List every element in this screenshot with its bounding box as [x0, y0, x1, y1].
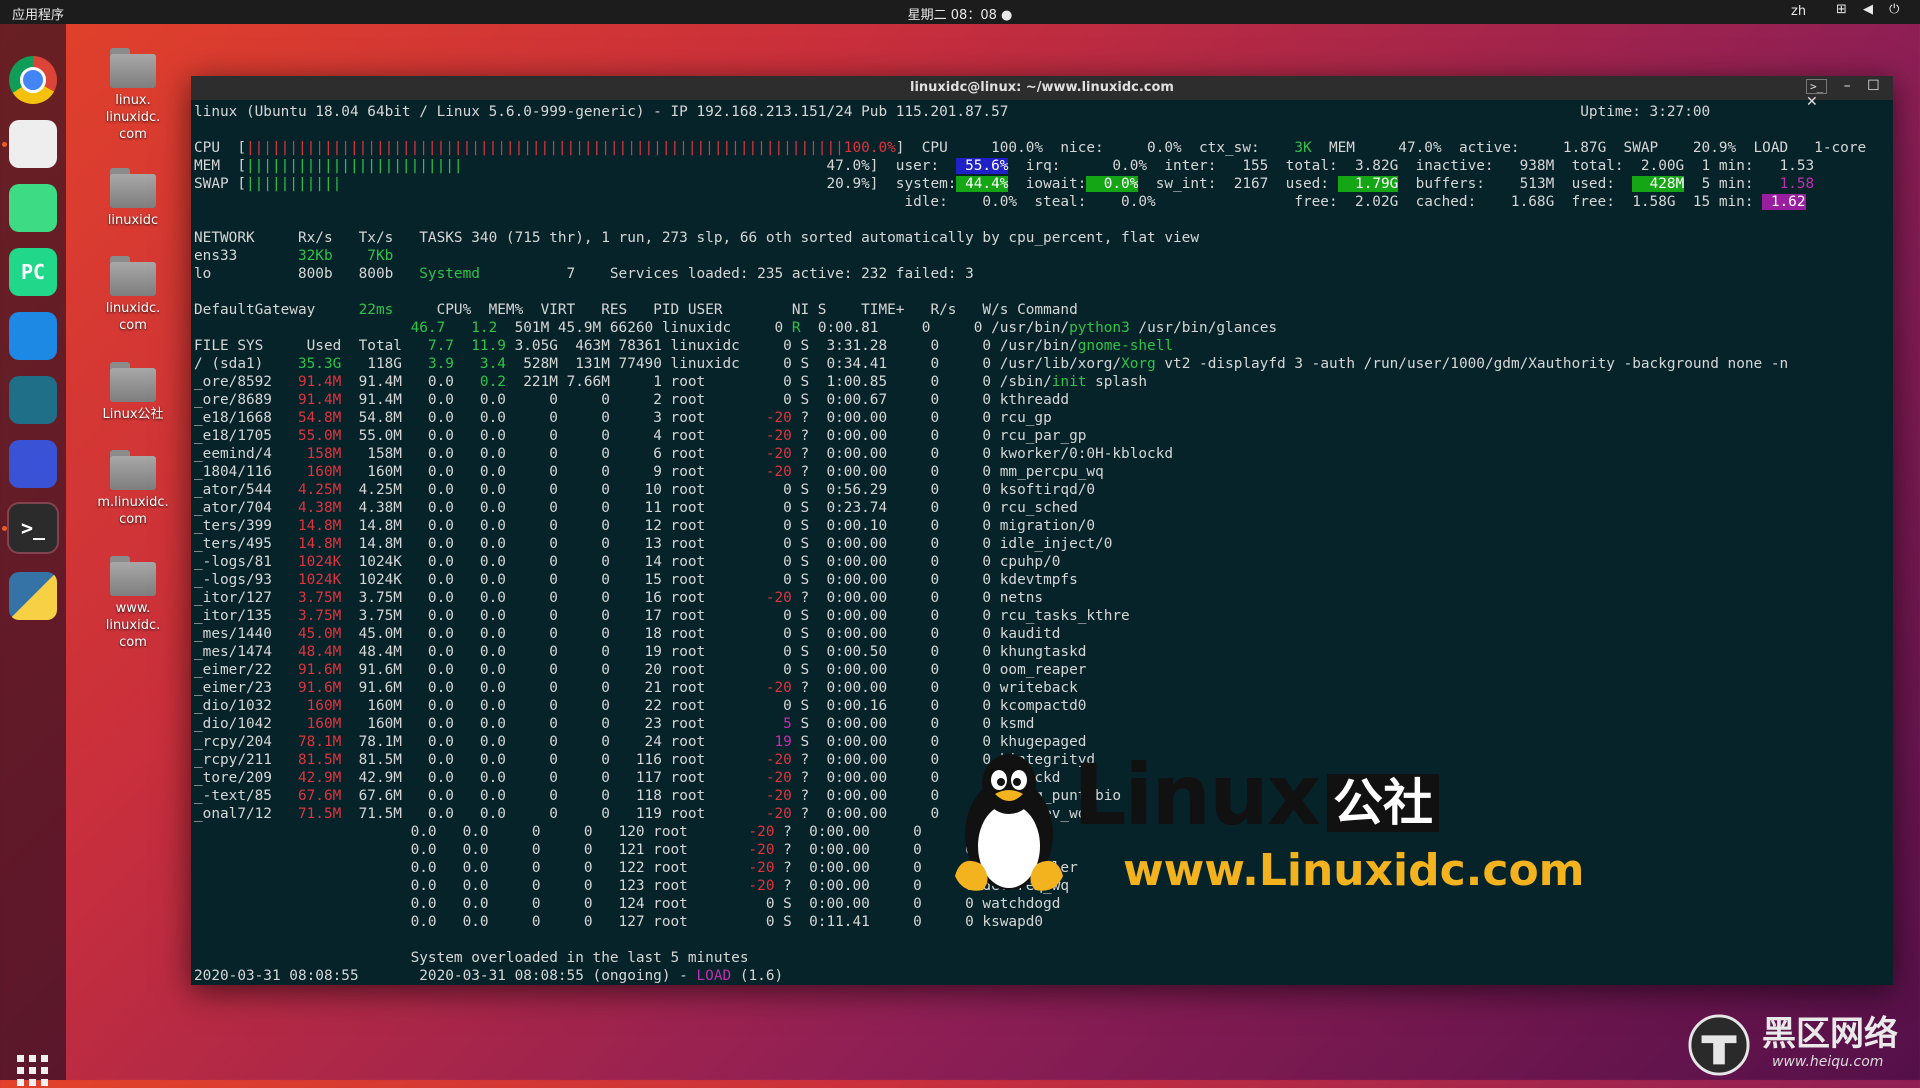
watermark-url: www.Linuxidc.com	[1123, 845, 1585, 896]
terminal-line: _mes/1440 45.0M 45.0M 0.0 0.0 0 0 18 roo…	[194, 626, 1061, 642]
chrome-icon[interactable]	[9, 56, 57, 104]
maximize-button[interactable]: ☐	[1867, 78, 1880, 94]
clock[interactable]: 星期二 08：08 ●	[0, 4, 1920, 23]
terminal-line: CPU [|||||||||||||||||||||||||||||||||||…	[194, 140, 1867, 156]
android-studio-icon[interactable]	[9, 184, 57, 232]
folder-icon	[110, 556, 156, 596]
terminal-line: _itor/135 3.75M 3.75M 0.0 0.0 0 0 17 roo…	[194, 608, 1130, 624]
terminal-line: _-logs/81 1024K 1024K 0.0 0.0 0 0 14 roo…	[194, 554, 1061, 570]
system-monitor-icon[interactable]	[9, 312, 57, 360]
terminal-line: _eemind/4 158M 158M 0.0 0.0 0 0 6 root -…	[194, 446, 1174, 462]
desktop-icon-label: linuxidc. com	[105, 301, 161, 333]
terminal-line: _eimer/22 91.6M 91.6M 0.0 0.0 0 0 20 roo…	[194, 662, 1087, 678]
python-icon[interactable]	[9, 572, 57, 620]
terminal-line: _ator/704 4.38M 4.38M 0.0 0.0 0 0 11 roo…	[194, 500, 1078, 516]
terminal-line: _ore/8689 91.4M 91.4M 0.0 0.0 0 0 2 root…	[194, 392, 1070, 408]
terminal-line: _dio/1032 160M 160M 0.0 0.0 0 0 22 root …	[194, 698, 1087, 714]
dock: PC >_	[0, 24, 66, 1086]
minimize-button[interactable]: –	[1844, 78, 1851, 94]
desktop-folder-icon[interactable]: Linux公社	[83, 362, 183, 423]
terminal-line: _ator/544 4.25M 4.25M 0.0 0.0 0 0 10 roo…	[194, 482, 1096, 498]
folder-icon	[110, 450, 156, 490]
running-indicator	[2, 142, 7, 147]
terminal-line: ens33 32Kb 7Kb	[194, 248, 394, 264]
sublime-icon[interactable]	[9, 376, 57, 424]
desktop-folder-icon[interactable]: www. linuxidc. com	[83, 556, 183, 651]
input-method-indicator[interactable]: zh	[1791, 4, 1806, 19]
system-tray[interactable]: ⊞ ◀ ⏻	[1836, 2, 1905, 17]
watermark-brand-cn: 公社	[1327, 774, 1439, 832]
heiqu-name: 黑区网络	[1762, 1014, 1898, 1054]
terminal-line: _mes/1474 48.4M 48.4M 0.0 0.0 0 0 19 roo…	[194, 644, 1087, 660]
screenshot-icon[interactable]	[9, 440, 57, 488]
terminal-line: FILE SYS Used Total 7.7 11.9 3.05G 463M …	[194, 338, 1174, 354]
terminal-line: _dio/1042 160M 160M 0.0 0.0 0 0 23 root …	[194, 716, 1035, 732]
terminal-line: _ters/495 14.8M 14.8M 0.0 0.0 0 0 13 roo…	[194, 536, 1113, 552]
desktop-icon-label: m.linuxidc. com	[97, 495, 169, 527]
terminal-line: NETWORK Rx/s Tx/s TASKS 340 (715 thr), 1…	[194, 230, 1200, 246]
desktop-folder-icon[interactable]: linuxidc	[83, 168, 183, 229]
terminal-line: linux (Ubuntu 18.04 64bit / Linux 5.6.0-…	[194, 104, 1711, 120]
terminal-tab-icon[interactable]: >_	[1806, 79, 1828, 94]
terminal-line: MEM [||||||||||||||||||||||||| 47.0%] us…	[194, 158, 1815, 174]
terminal-line: idle: 0.0% steal: 0.0% free: 2.02G cache…	[194, 194, 1806, 210]
files-icon[interactable]	[9, 120, 57, 168]
terminal-line: DefaultGateway 22ms CPU% MEM% VIRT RES P…	[194, 302, 1078, 318]
terminal-line: _eimer/23 91.6M 91.6M 0.0 0.0 0 0 21 roo…	[194, 680, 1078, 696]
linuxidc-watermark: Linux 公社 www.Linuxidc.com	[947, 740, 1585, 910]
terminal-line: _ore/8592 91.4M 91.4M 0.0 0.2 221M 7.66M…	[194, 374, 1148, 390]
watermark-brand: Linux	[1073, 746, 1321, 844]
desktop-icon-label: linux. linuxidc. com	[105, 93, 161, 142]
terminal-line: lo 800b 800b Systemd 7 Services loaded: …	[194, 266, 974, 282]
window-titlebar[interactable]: linuxidc@linux: ~/www.linuxidc.com >_ – …	[191, 76, 1893, 110]
folder-icon	[110, 48, 156, 88]
desktop-icon-label: linuxidc	[107, 213, 159, 228]
terminal-line: _e18/1668 54.8M 54.8M 0.0 0.0 0 0 3 root…	[194, 410, 1052, 426]
desktop-icon-label: www. linuxidc. com	[105, 601, 161, 650]
folder-icon	[110, 362, 156, 402]
terminal-line: SWAP [||||||||||| 20.9%] system: 44.4% i…	[194, 176, 1815, 192]
terminal-line: _ters/399 14.8M 14.8M 0.0 0.0 0 0 12 roo…	[194, 518, 1096, 534]
desktop-folder-icon[interactable]: m.linuxidc. com	[83, 450, 183, 528]
terminal-line: 46.7 1.2 501M 45.9M 66260 linuxidc 0 R 0…	[410, 320, 1278, 336]
tux-penguin-icon	[955, 754, 1063, 891]
heiqu-logo-icon	[1688, 1014, 1750, 1076]
terminal-line: / (sda1) 35.3G 118G 3.9 3.4 528M 131M 77…	[194, 356, 1789, 372]
terminal-line: _e18/1705 55.0M 55.0M 0.0 0.0 0 0 4 root…	[194, 428, 1087, 444]
show-applications-icon[interactable]	[16, 1054, 50, 1088]
top-bar: 应用程序 星期二 08：08 ● zh ⊞ ◀ ⏻	[0, 0, 1920, 24]
heiqu-url: www.heiqu.com	[1772, 1054, 1884, 1070]
folder-icon	[110, 168, 156, 208]
desktop-folder-icon[interactable]: linuxidc. com	[83, 256, 183, 334]
terminal-icon[interactable]: >_	[7, 502, 59, 554]
terminal-line: 0.0 0.0 0 0 127 root 0 S 0:11.41 0 0 ksw…	[194, 914, 1044, 930]
desktop-icon-label: Linux公社	[102, 407, 164, 422]
terminal-line: _1804/116 160M 160M 0.0 0.0 0 0 9 root -…	[194, 464, 1104, 480]
folder-icon	[110, 256, 156, 296]
running-indicator	[2, 526, 7, 531]
terminal-line: _itor/127 3.75M 3.75M 0.0 0.0 0 0 16 roo…	[194, 590, 1044, 606]
heiqu-corner-logo: 黑区网络 www.heiqu.com	[1686, 1014, 1920, 1080]
terminal-line: _-logs/93 1024K 1024K 0.0 0.0 0 0 15 roo…	[194, 572, 1078, 588]
terminal-line: 2020-03-31 08:08:55 2020-03-31 08:08:55 …	[194, 968, 784, 983]
pycharm-icon[interactable]: PC	[9, 248, 57, 296]
desktop-folder-icon[interactable]: linux. linuxidc. com	[83, 48, 183, 143]
window-title: linuxidc@linux: ~/www.linuxidc.com	[910, 80, 1174, 95]
terminal-line: System overloaded in the last 5 minutes	[194, 950, 749, 966]
